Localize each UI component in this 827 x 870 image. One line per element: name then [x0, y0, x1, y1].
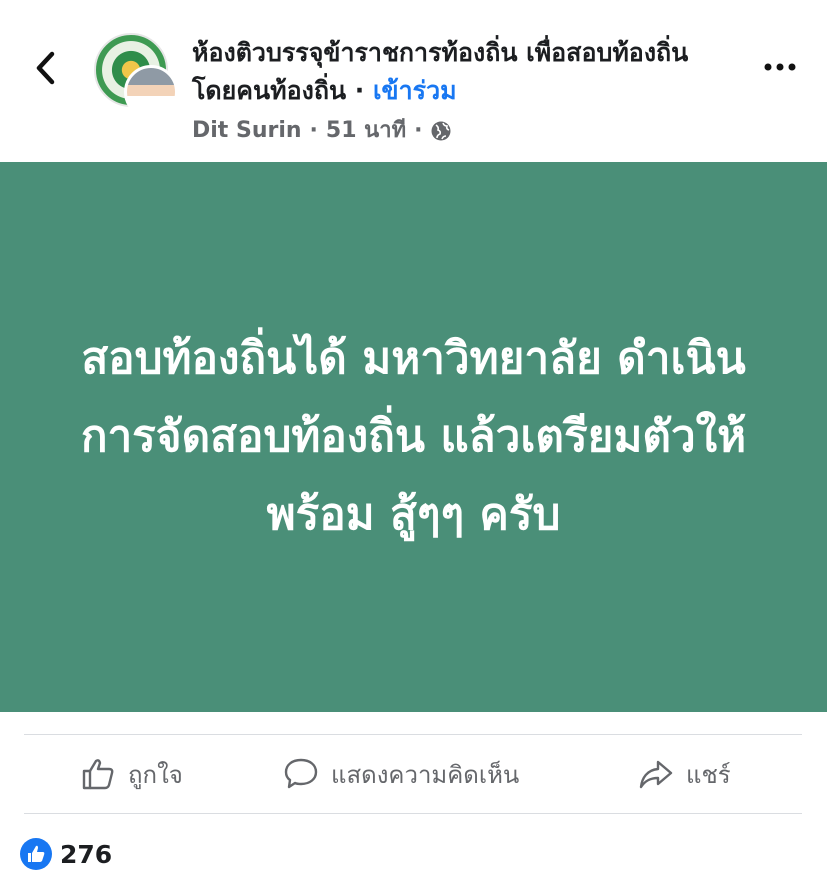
thumbs-up-icon	[82, 759, 114, 790]
share-label: แชร์	[686, 760, 731, 789]
author-name[interactable]: Dit Surin	[192, 116, 302, 146]
back-button[interactable]	[30, 48, 64, 88]
user-avatar[interactable]	[124, 65, 178, 119]
share-icon	[639, 760, 673, 789]
like-label: ถูกใจ	[128, 760, 183, 789]
join-link[interactable]: เข้าร่วม	[373, 76, 457, 105]
divider	[24, 734, 802, 735]
like-reaction-icon	[20, 838, 52, 870]
like-button[interactable]: ถูกใจ	[80, 754, 183, 794]
more-icon	[764, 63, 796, 71]
comment-button[interactable]: แสดงความคิดเห็น	[283, 754, 519, 794]
reaction-count: 276	[60, 839, 113, 869]
group-avatar[interactable]	[94, 33, 178, 119]
globe-icon	[431, 121, 451, 141]
post-card: สอบท้องถิ่นได้ มหาวิทยาลัย ดำเนินการจัดส…	[0, 162, 827, 712]
post-text: สอบท้องถิ่นได้ มหาวิทยาลัย ดำเนินการจัดส…	[80, 333, 747, 540]
post-time[interactable]: 51 นาที	[326, 116, 406, 146]
comment-label: แสดงความคิดเห็น	[331, 760, 520, 789]
share-button[interactable]: แชร์	[638, 754, 731, 794]
post-meta: Dit Surin · 51 นาที ·	[192, 116, 452, 146]
reaction-summary[interactable]: 276	[20, 838, 112, 870]
action-bar: ถูกใจ แสดงความคิดเห็น แชร์	[0, 740, 827, 810]
divider	[24, 813, 802, 814]
chevron-left-icon	[36, 51, 55, 85]
comment-icon	[284, 758, 318, 789]
more-options-button[interactable]	[760, 55, 800, 79]
group-name: ห้องติวบรรจุข้าราชการท้องถิ่น เพื่อสอบท้…	[192, 38, 689, 105]
post-header: ห้องติวบรรจุข้าราชการท้องถิ่น เพื่อสอบท้…	[0, 0, 827, 162]
